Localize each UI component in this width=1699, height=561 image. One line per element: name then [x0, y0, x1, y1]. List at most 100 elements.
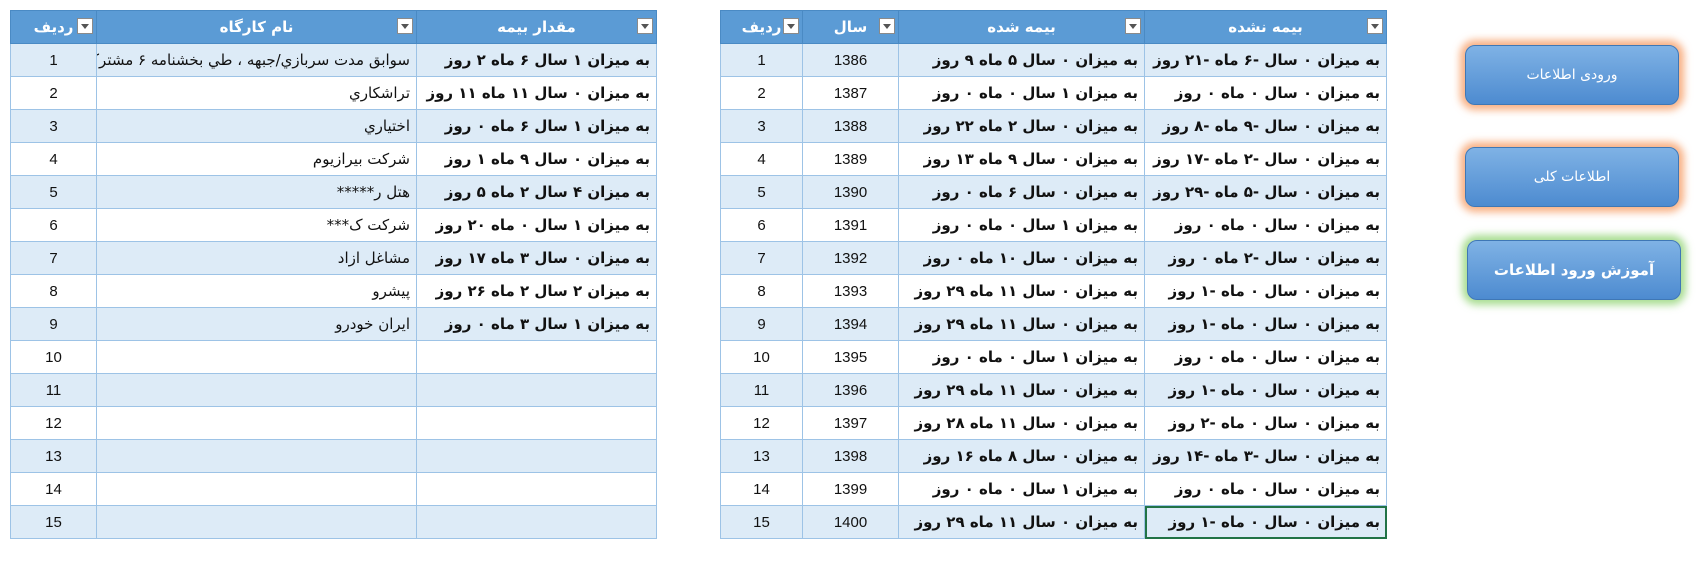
cell-insurance-amount[interactable]: به میزان ۰ سال ۱۱ ماه ۱۱ روز — [416, 76, 657, 110]
cell-year[interactable]: 1387 — [802, 76, 899, 110]
cell-insurance-amount[interactable] — [416, 340, 657, 374]
cell-year[interactable]: 1392 — [802, 241, 899, 275]
tutorial-button[interactable]: آموزش ورود اطلاعات — [1467, 240, 1681, 300]
cell-uninsured[interactable]: به میزان ۰ سال ۰ ماه -۱ روز — [1144, 505, 1387, 539]
cell-year[interactable]: 1399 — [802, 472, 899, 506]
cell-year[interactable]: 1397 — [802, 406, 899, 440]
cell-insurance-amount[interactable]: به میزان ۱ سال ۰ ماه ۲۰ روز — [416, 208, 657, 242]
filter-dropdown-icon[interactable] — [1125, 18, 1141, 34]
cell-insured[interactable]: به میزان ۱ سال ۰ ماه ۰ روز — [898, 340, 1145, 374]
filter-dropdown-icon[interactable] — [1367, 18, 1383, 34]
cell-uninsured[interactable]: به میزان ۰ سال ۰ ماه ۰ روز — [1144, 340, 1387, 374]
cell-radif[interactable]: 2 — [720, 76, 803, 110]
cell-insurance-amount[interactable] — [416, 373, 657, 407]
filter-dropdown-icon[interactable] — [77, 18, 93, 34]
cell-insured[interactable]: به میزان ۰ سال ۹ ماه ۱۳ روز — [898, 142, 1145, 176]
cell-radif[interactable]: 11 — [720, 373, 803, 407]
cell-uninsured[interactable]: به میزان ۰ سال -۵ ماه -۲۹ روز — [1144, 175, 1387, 209]
header-insured[interactable]: بیمه شده — [898, 10, 1145, 44]
cell-insured[interactable]: به میزان ۰ سال ۱۱ ماه ۲۹ روز — [898, 505, 1145, 539]
cell-workshop-name[interactable] — [96, 439, 417, 473]
cell-radif[interactable]: 14 — [10, 472, 97, 506]
filter-dropdown-icon[interactable] — [397, 18, 413, 34]
header-radif[interactable]: ردیف — [720, 10, 803, 44]
cell-insurance-amount[interactable]: به میزان ۱ سال ۳ ماه ۰ روز — [416, 307, 657, 341]
cell-insured[interactable]: به میزان ۱ سال ۰ ماه ۰ روز — [898, 208, 1145, 242]
cell-radif[interactable]: 12 — [10, 406, 97, 440]
cell-insured[interactable]: به میزان ۰ سال ۶ ماه ۰ روز — [898, 175, 1145, 209]
cell-year[interactable]: 1393 — [802, 274, 899, 308]
cell-workshop-name[interactable]: هتل ر***** — [96, 175, 417, 209]
cell-radif[interactable]: 7 — [10, 241, 97, 275]
cell-radif[interactable]: 1 — [720, 43, 803, 77]
header-insurance-amount[interactable]: مقدار بیمه — [416, 10, 657, 44]
cell-radif[interactable]: 14 — [720, 472, 803, 506]
cell-insurance-amount[interactable]: به میزان ۱ سال ۶ ماه ۰ روز — [416, 109, 657, 143]
cell-radif[interactable]: 1 — [10, 43, 97, 77]
cell-workshop-name[interactable]: اختياري — [96, 109, 417, 143]
cell-insured[interactable]: به میزان ۰ سال ۱۱ ماه ۲۹ روز — [898, 373, 1145, 407]
header-uninsured[interactable]: بیمه نشده — [1144, 10, 1387, 44]
cell-year[interactable]: 1395 — [802, 340, 899, 374]
cell-uninsured[interactable]: به میزان ۰ سال ۰ ماه ۰ روز — [1144, 76, 1387, 110]
cell-workshop-name[interactable]: تراشكاري — [96, 76, 417, 110]
cell-workshop-name[interactable]: ايران خودرو — [96, 307, 417, 341]
filter-dropdown-icon[interactable] — [637, 18, 653, 34]
cell-radif[interactable]: 10 — [10, 340, 97, 374]
cell-radif[interactable]: 6 — [10, 208, 97, 242]
cell-radif[interactable]: 6 — [720, 208, 803, 242]
cell-uninsured[interactable]: به میزان ۰ سال -۲ ماه ۰ روز — [1144, 241, 1387, 275]
cell-radif[interactable]: 2 — [10, 76, 97, 110]
cell-radif[interactable]: 11 — [10, 373, 97, 407]
cell-radif[interactable]: 15 — [10, 505, 97, 539]
cell-radif[interactable]: 4 — [720, 142, 803, 176]
cell-workshop-name[interactable]: پيشرو — [96, 274, 417, 308]
header-workshop-name[interactable]: نام کارگاه — [96, 10, 417, 44]
cell-insured[interactable]: به میزان ۰ سال ۱۱ ماه ۲۸ روز — [898, 406, 1145, 440]
cell-workshop-name[interactable] — [96, 505, 417, 539]
cell-insurance-amount[interactable]: به میزان ۱ سال ۶ ماه ۲ روز — [416, 43, 657, 77]
cell-radif[interactable]: 9 — [720, 307, 803, 341]
cell-radif[interactable]: 3 — [10, 109, 97, 143]
data-entry-button[interactable]: ورودی اطلاعات — [1465, 45, 1679, 105]
header-radif[interactable]: ردیف — [10, 10, 97, 44]
cell-insurance-amount[interactable] — [416, 406, 657, 440]
cell-radif[interactable]: 10 — [720, 340, 803, 374]
cell-year[interactable]: 1386 — [802, 43, 899, 77]
cell-year[interactable]: 1388 — [802, 109, 899, 143]
cell-uninsured[interactable]: به میزان ۰ سال -۶ ماه -۲۱ روز — [1144, 43, 1387, 77]
cell-insured[interactable]: به میزان ۰ سال ۸ ماه ۱۶ روز — [898, 439, 1145, 473]
header-year[interactable]: سال — [802, 10, 899, 44]
cell-radif[interactable]: 13 — [720, 439, 803, 473]
cell-year[interactable]: 1396 — [802, 373, 899, 407]
cell-insured[interactable]: به میزان ۰ سال ۲ ماه ۲۲ روز — [898, 109, 1145, 143]
filter-dropdown-icon[interactable] — [879, 18, 895, 34]
cell-insured[interactable]: به میزان ۱ سال ۰ ماه ۰ روز — [898, 76, 1145, 110]
cell-year[interactable]: 1389 — [802, 142, 899, 176]
cell-workshop-name[interactable]: شركت بيرازيوم — [96, 142, 417, 176]
cell-insurance-amount[interactable] — [416, 505, 657, 539]
cell-radif[interactable]: 8 — [10, 274, 97, 308]
cell-workshop-name[interactable]: مشاغل ازاد — [96, 241, 417, 275]
cell-year[interactable]: 1391 — [802, 208, 899, 242]
cell-uninsured[interactable]: به میزان ۰ سال -۲ ماه -۱۷ روز — [1144, 142, 1387, 176]
cell-insurance-amount[interactable]: به میزان ۲ سال ۲ ماه ۲۶ روز — [416, 274, 657, 308]
cell-radif[interactable]: 13 — [10, 439, 97, 473]
cell-radif[interactable]: 15 — [720, 505, 803, 539]
cell-radif[interactable]: 8 — [720, 274, 803, 308]
cell-insured[interactable]: به میزان ۰ سال ۵ ماه ۹ روز — [898, 43, 1145, 77]
cell-year[interactable]: 1394 — [802, 307, 899, 341]
cell-uninsured[interactable]: به میزان ۰ سال -۳ ماه -۱۴ روز — [1144, 439, 1387, 473]
filter-dropdown-icon[interactable] — [783, 18, 799, 34]
cell-uninsured[interactable]: به میزان ۰ سال ۰ ماه ۰ روز — [1144, 208, 1387, 242]
cell-radif[interactable]: 9 — [10, 307, 97, 341]
cell-workshop-name[interactable] — [96, 340, 417, 374]
cell-workshop-name[interactable] — [96, 373, 417, 407]
cell-radif[interactable]: 7 — [720, 241, 803, 275]
cell-uninsured[interactable]: به میزان ۰ سال -۹ ماه -۸ روز — [1144, 109, 1387, 143]
cell-year[interactable]: 1398 — [802, 439, 899, 473]
cell-insured[interactable]: به میزان ۰ سال ۱۱ ماه ۲۹ روز — [898, 307, 1145, 341]
cell-insured[interactable]: به میزان ۰ سال ۱۰ ماه ۰ روز — [898, 241, 1145, 275]
cell-uninsured[interactable]: به میزان ۰ سال ۰ ماه ۰ روز — [1144, 472, 1387, 506]
general-info-button[interactable]: اطلاعات کلی — [1465, 147, 1679, 207]
